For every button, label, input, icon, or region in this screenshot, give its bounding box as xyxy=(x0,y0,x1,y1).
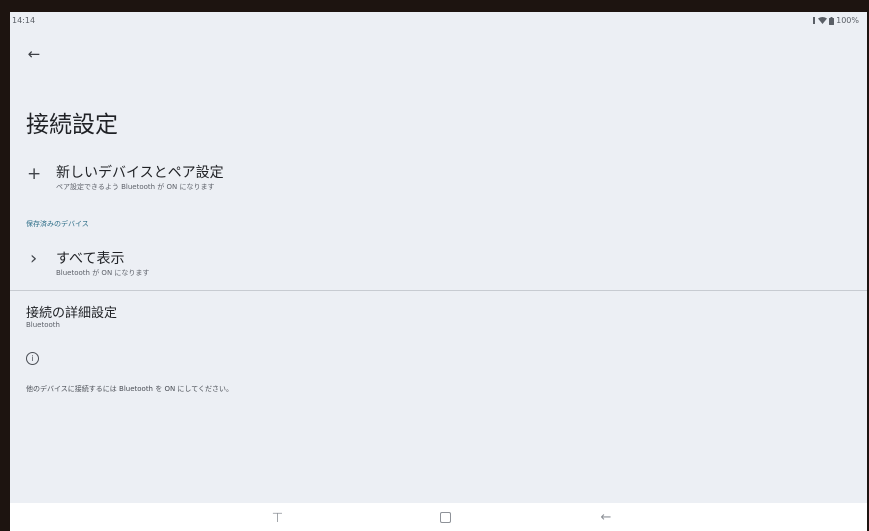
advanced-connection-settings-item[interactable]: 接続の詳細設定 Bluetooth xyxy=(10,302,867,338)
settings-screen: 14:14 100% ← 接続設定 + 新しいデバイスとペア設定 ペア設定できる… xyxy=(10,12,867,531)
battery-icon xyxy=(829,16,835,25)
status-icons: 100% xyxy=(812,16,859,25)
add-icon: + xyxy=(27,164,42,184)
status-time: 14:14 xyxy=(12,16,36,25)
recents-button[interactable]: ⊣ xyxy=(268,507,290,527)
battery-percent: 100% xyxy=(836,16,859,25)
recents-icon: ⊣ xyxy=(271,511,287,523)
pair-new-device-subtitle: ペア設定できるよう Bluetooth が ON になります xyxy=(56,183,215,191)
vibrate-icon xyxy=(813,17,816,24)
pair-new-device-title: 新しいデバイスとペア設定 xyxy=(56,165,224,181)
chevron-right-icon: › xyxy=(30,248,38,269)
home-button[interactable] xyxy=(434,507,456,527)
show-all-devices-item[interactable]: › すべて表示 Bluetooth が ON になります xyxy=(10,248,867,286)
home-icon xyxy=(439,511,451,523)
back-button[interactable]: ← xyxy=(22,42,46,66)
section-divider xyxy=(10,290,867,291)
info-icon: i xyxy=(26,352,39,365)
bluetooth-info-text: 他のデバイスに接続するには Bluetooth を ON にしてください。 xyxy=(26,385,233,393)
status-bar: 14:14 100% xyxy=(10,12,867,30)
show-all-subtitle: Bluetooth が ON になります xyxy=(56,269,150,277)
wifi-icon xyxy=(818,17,828,24)
saved-devices-header: 保存済みのデバイス xyxy=(26,220,89,228)
advanced-settings-title: 接続の詳細設定 xyxy=(26,306,118,321)
page-title: 接続設定 xyxy=(26,112,118,138)
pair-new-device-item[interactable]: + 新しいデバイスとペア設定 ペア設定できるよう Bluetooth が ON … xyxy=(10,162,867,202)
back-arrow-icon: ← xyxy=(27,45,41,63)
show-all-title: すべて表示 xyxy=(56,251,125,267)
navigation-bar: ⊣ ← xyxy=(10,503,867,531)
nav-back-button[interactable]: ← xyxy=(595,507,617,527)
advanced-settings-subtitle: Bluetooth xyxy=(26,321,60,329)
nav-back-icon: ← xyxy=(600,509,612,525)
